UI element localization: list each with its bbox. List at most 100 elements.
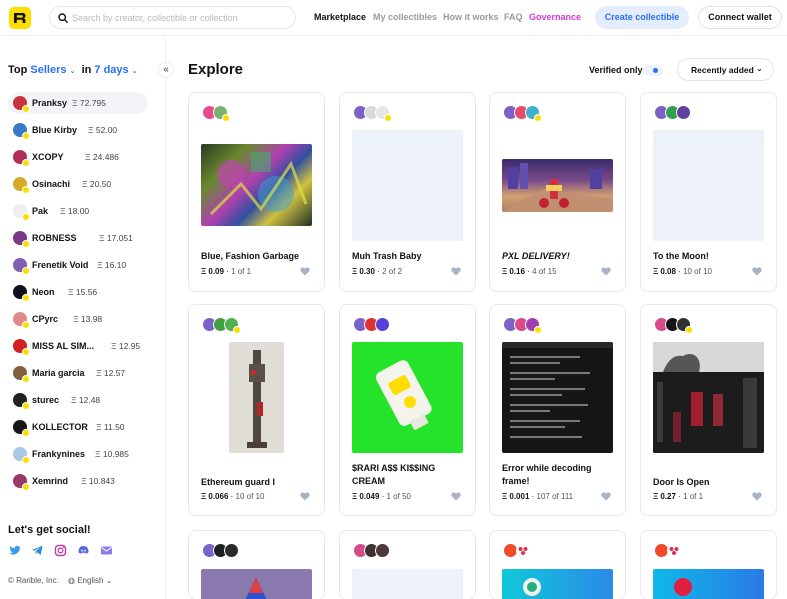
instagram-icon[interactable] (54, 544, 67, 557)
seller-name[interactable]: Neon (32, 287, 55, 297)
seller-avatar[interactable] (13, 177, 30, 194)
seller-avatar[interactable] (13, 96, 30, 113)
connect-wallet-button[interactable]: Connect wallet (698, 6, 782, 29)
rarible-logo[interactable] (9, 7, 31, 29)
heart-icon[interactable] (601, 267, 611, 276)
collectible-card[interactable]: Muh Trash Baby Ξ 0.30 · 2 of 2 (339, 92, 476, 292)
collectible-card[interactable] (188, 530, 325, 599)
collectible-card[interactable]: Error while decoding frame! Ξ 0.001 · 10… (489, 304, 626, 516)
card-title[interactable]: Door Is Open (653, 476, 768, 489)
card-title[interactable]: $RARI A$$ KI$$ING CREAM (352, 462, 467, 488)
seller-row[interactable]: sturec Ξ 12.48 (8, 389, 121, 411)
card-title[interactable]: Error while decoding frame! (502, 462, 617, 488)
artwork-image[interactable] (653, 130, 764, 241)
collectible-card[interactable] (640, 530, 777, 599)
collectible-card[interactable]: PXL DELIVERY! Ξ 0.16 · 4 of 15 (489, 92, 626, 292)
owner-avatar[interactable] (224, 317, 241, 334)
owner-avatar[interactable] (516, 543, 531, 558)
seller-row[interactable]: Pranksy Ξ 72.795 (8, 92, 148, 114)
owner-avatar[interactable] (676, 105, 691, 120)
seller-avatar[interactable] (13, 285, 30, 302)
owner-avatar[interactable] (375, 543, 390, 558)
owner-avatar[interactable] (525, 105, 542, 122)
collectible-card[interactable]: To the Moon! Ξ 0.08 · 10 of 10 (640, 92, 777, 292)
seller-row[interactable]: MISS AL SIM... Ξ 12.95 (8, 335, 161, 357)
nav-marketplace[interactable]: Marketplace (314, 12, 366, 22)
artwork-image[interactable] (653, 342, 764, 453)
seller-name[interactable]: Pranksy (32, 98, 67, 108)
card-title[interactable]: To the Moon! (653, 250, 768, 263)
search-input[interactable] (72, 10, 287, 25)
seller-row[interactable]: XCOPY Ξ 24.486 (8, 146, 135, 168)
heart-icon[interactable] (451, 492, 461, 501)
seller-name[interactable]: MISS AL SIM... (32, 341, 94, 351)
sort-dropdown[interactable]: Recently added ⌄ (677, 58, 774, 81)
artwork-image[interactable] (201, 569, 312, 599)
seller-avatar[interactable] (13, 312, 30, 329)
card-title[interactable]: Muh Trash Baby (352, 250, 467, 263)
seller-row[interactable]: Neon Ξ 15.56 (8, 281, 118, 303)
heart-icon[interactable] (752, 267, 762, 276)
seller-name[interactable]: Pak (32, 206, 48, 216)
telegram-icon[interactable] (31, 544, 44, 557)
heart-icon[interactable] (451, 267, 461, 276)
nav-my-collectibles[interactable]: My collectibles (373, 12, 437, 22)
seller-name[interactable]: KOLLECTOR (32, 422, 88, 432)
seller-avatar[interactable] (13, 123, 30, 140)
seller-avatar[interactable] (13, 339, 30, 356)
seller-avatar[interactable] (13, 150, 30, 167)
seller-row[interactable]: KOLLECTOR Ξ 11.50 (8, 416, 146, 438)
artwork-image[interactable] (502, 159, 613, 212)
seller-avatar[interactable] (13, 258, 30, 275)
seller-row[interactable]: ROBNESS Ξ 17.051 (8, 227, 149, 249)
artwork-image[interactable] (502, 342, 613, 453)
artwork-image[interactable] (201, 144, 312, 226)
collectible-card[interactable]: Blue, Fashion Garbage Ξ 0.09 · 1 of 1 (188, 92, 325, 292)
card-title[interactable]: Blue, Fashion Garbage (201, 250, 316, 263)
seller-row[interactable]: Frenetik Void Ξ 16.10 (8, 254, 147, 276)
seller-avatar[interactable] (13, 420, 30, 437)
owner-avatar[interactable] (213, 105, 230, 122)
seller-name[interactable]: sturec (32, 395, 59, 405)
heart-icon[interactable] (300, 267, 310, 276)
seller-name[interactable]: Frankynines (32, 449, 85, 459)
seller-name[interactable]: Osinachi (32, 179, 70, 189)
owner-avatar[interactable] (375, 105, 392, 122)
collectible-card[interactable]: $RARI A$$ KI$$ING CREAM Ξ 0.049 · 1 of 5… (339, 304, 476, 516)
owner-avatar[interactable] (667, 543, 682, 558)
seller-name[interactable]: Maria garcia (32, 368, 85, 378)
heart-icon[interactable] (752, 492, 762, 501)
seller-row[interactable]: Blue Kirby Ξ 52.00 (8, 119, 138, 141)
owner-avatar[interactable] (224, 543, 239, 558)
collectible-card[interactable] (489, 530, 626, 599)
nav-how-it-works[interactable]: How it works (443, 12, 499, 22)
seller-avatar[interactable] (13, 204, 30, 221)
seller-row[interactable]: Frankynines Ξ 10.985 (8, 443, 145, 465)
collectible-card[interactable]: Door Is Open Ξ 0.27 · 1 of 1 (640, 304, 777, 516)
seller-avatar[interactable] (13, 366, 30, 383)
card-title[interactable]: Ethereum guard I (201, 476, 316, 489)
collectible-card[interactable] (339, 530, 476, 599)
owner-avatar[interactable] (676, 317, 693, 334)
seller-avatar[interactable] (13, 393, 30, 410)
discord-icon[interactable] (77, 544, 90, 557)
heart-icon[interactable] (300, 492, 310, 501)
seller-row[interactable]: CPyrc Ξ 13.98 (8, 308, 123, 330)
artwork-image[interactable] (653, 569, 764, 599)
seller-name[interactable]: XCOPY (32, 152, 64, 162)
seller-row[interactable]: Maria garcia Ξ 12.57 (8, 362, 146, 384)
nav-faq[interactable]: FAQ (504, 12, 523, 22)
artwork-image[interactable] (352, 569, 463, 599)
seller-name[interactable]: CPyrc (32, 314, 58, 324)
artwork-image[interactable] (502, 569, 613, 599)
heart-icon[interactable] (601, 492, 611, 501)
seller-name[interactable]: ROBNESS (32, 233, 77, 243)
seller-type-dropdown[interactable]: Sellers ⌄ (30, 64, 75, 76)
language-selector[interactable]: ◍ English ⌄ (68, 576, 112, 585)
seller-name[interactable]: Blue Kirby (32, 125, 77, 135)
seller-name[interactable]: Xemrind (32, 476, 68, 486)
period-dropdown[interactable]: 7 days ⌄ (94, 64, 137, 76)
verified-only-toggle[interactable] (643, 65, 663, 76)
artwork-image[interactable] (352, 342, 463, 453)
seller-name[interactable]: Frenetik Void (32, 260, 88, 270)
